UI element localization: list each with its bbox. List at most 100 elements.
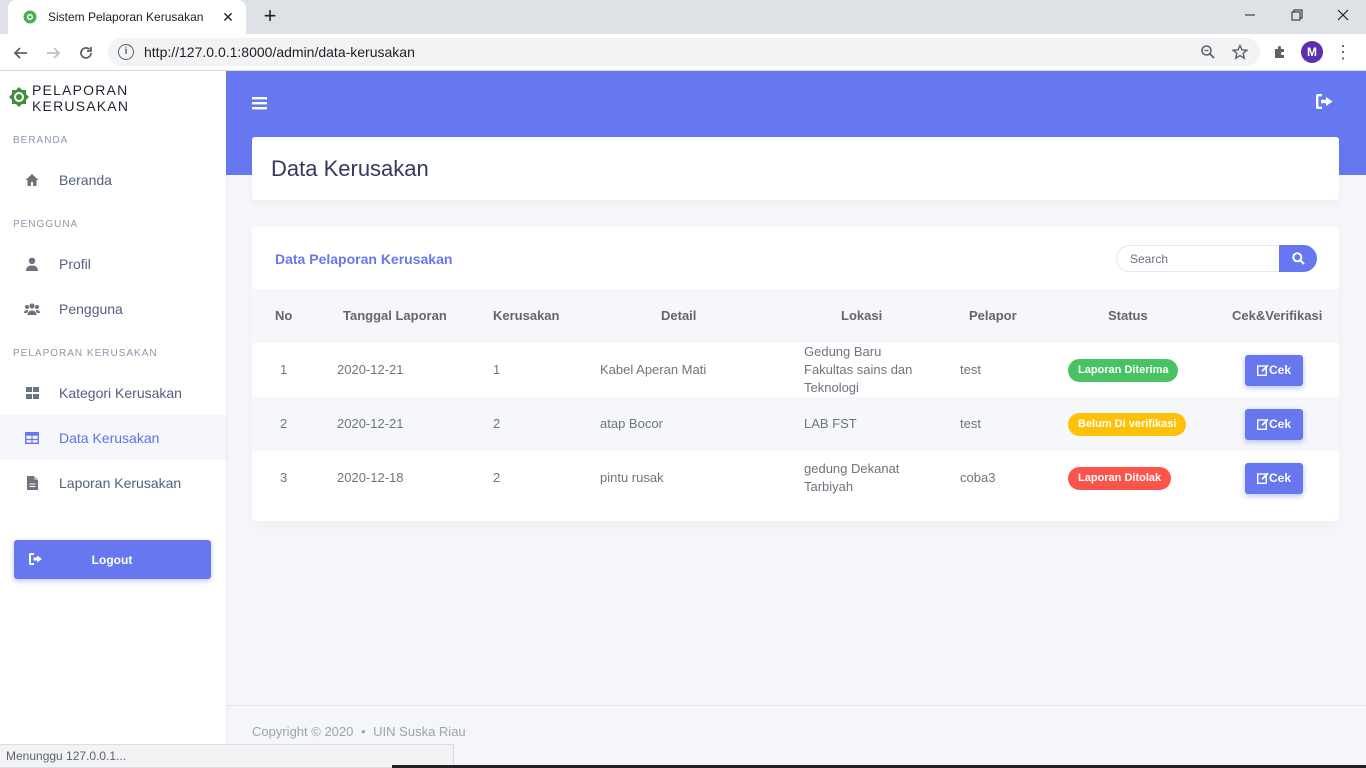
status-cell: Laporan Diterima — [1068, 343, 1179, 397]
search-group — [1116, 245, 1317, 272]
menu-heading-pengguna: PENGGUNA — [13, 219, 79, 230]
cek-button[interactable]: Cek — [1245, 354, 1303, 386]
back-arrow-icon[interactable] — [8, 40, 34, 66]
sign-out-icon — [29, 552, 43, 568]
site-info-icon[interactable]: i — [118, 44, 134, 60]
brand[interactable]: PELAPORAN KERUSAKAN — [8, 82, 226, 114]
bookmark-star-icon[interactable] — [1228, 38, 1252, 66]
cell-detail: atap Bocor — [600, 416, 663, 431]
browser-tab[interactable]: Sistem Pelaporan Kerusakan ✕ — [8, 0, 246, 34]
table-row: 3 2020-12-18 2 pintu rusak gedung Dekana… — [252, 451, 1339, 505]
cek-button-label: Cek — [1268, 363, 1291, 377]
cek-button[interactable]: Cek — [1245, 408, 1303, 440]
cek-button-label: Cek — [1268, 417, 1291, 431]
close-window-icon[interactable] — [1320, 0, 1366, 30]
footer-copyright: Copyright © 2020 — [252, 724, 354, 739]
menu-heading-beranda: BERANDA — [13, 135, 69, 146]
sidebar-item-beranda[interactable]: Beranda — [0, 157, 226, 202]
action-cell: Cek — [1245, 451, 1303, 505]
table-header: No Tanggal Laporan Kerusakan Detail Loka… — [252, 289, 1339, 343]
search-icon — [1291, 252, 1305, 265]
edit-icon — [1256, 364, 1269, 376]
restore-icon[interactable] — [1274, 0, 1320, 30]
cell-pelapor: coba3 — [960, 470, 996, 485]
status-cell: Laporan Ditolak — [1068, 451, 1172, 505]
navbar-sign-out-icon[interactable] — [1316, 94, 1334, 112]
status-cell: Belum Di verifikasi — [1068, 397, 1187, 451]
cell-kerusakan: 2 — [493, 416, 501, 431]
cell-lokasi: Gedung Baru Fakultas sains dan Teknologi — [804, 344, 913, 395]
table-row: 2 2020-12-21 2 atap Bocor LAB FST test B… — [252, 397, 1339, 451]
sidebar: PELAPORAN KERUSAKAN BERANDA Beranda PENG… — [0, 71, 226, 768]
sidebar-item-label: Data Kerusakan — [59, 429, 160, 446]
omnibox[interactable]: i http://127.0.0.1:8000/admin/data-kerus… — [108, 38, 1260, 66]
hamburger-menu-icon[interactable] — [252, 94, 268, 112]
column-header-kerusakan: Kerusakan — [493, 308, 560, 323]
column-header-status: Status — [1108, 308, 1148, 323]
status-badge: Belum Di verifikasi — [1068, 412, 1187, 436]
brand-logo-icon — [8, 86, 30, 111]
card-title: Data Pelaporan Kerusakan — [275, 251, 453, 267]
search-input[interactable] — [1116, 245, 1284, 272]
footer-org: UIN Suska Riau — [373, 724, 466, 739]
browser-tab-strip: Sistem Pelaporan Kerusakan ✕ + — [0, 0, 1366, 34]
cell-detail: Kabel Aperan Mati — [600, 362, 707, 377]
brand-title: PELAPORAN KERUSAKAN — [32, 82, 130, 114]
menu-heading-pelaporan: PELAPORAN KERUSAKAN — [13, 348, 158, 359]
cell-tanggal: 2020-12-21 — [337, 416, 404, 431]
sidebar-item-pengguna[interactable]: Pengguna — [0, 286, 226, 331]
cell-kerusakan: 1 — [493, 362, 501, 377]
grid-icon — [24, 385, 40, 401]
cell-no: 2 — [280, 416, 288, 431]
search-button[interactable] — [1279, 245, 1317, 272]
file-icon — [24, 475, 40, 491]
new-tab-icon[interactable]: + — [258, 4, 282, 28]
sidebar-item-data-kerusakan[interactable]: Data Kerusakan — [0, 415, 226, 460]
cell-pelapor: test — [960, 362, 981, 377]
cell-tanggal: 2020-12-18 — [337, 470, 404, 485]
zoom-icon[interactable] — [1196, 38, 1220, 66]
column-header-tanggal: Tanggal Laporan — [343, 308, 447, 323]
sidebar-item-label: Laporan Kerusakan — [59, 474, 182, 491]
cell-lokasi: LAB FST — [804, 416, 857, 431]
cell-tanggal: 2020-12-21 — [337, 362, 404, 377]
tab-close-icon[interactable]: ✕ — [220, 9, 236, 26]
browser-status-bar: Menunggu 127.0.0.1... — [0, 744, 454, 768]
tab-title: Sistem Pelaporan Kerusakan — [48, 10, 204, 24]
status-badge: Laporan Diterima — [1068, 358, 1179, 382]
column-header-lokasi: Lokasi — [841, 308, 883, 323]
column-header-pelapor: Pelapor — [969, 308, 1017, 323]
status-badge: Laporan Ditolak — [1068, 466, 1172, 490]
sidebar-item-profil[interactable]: Profil — [0, 241, 226, 286]
sidebar-item-label: Profil — [59, 255, 91, 272]
data-table-card: Data Pelaporan Kerusakan No Tanggal Lapo… — [252, 227, 1339, 521]
home-icon — [24, 172, 40, 188]
cek-button[interactable]: Cek — [1245, 462, 1303, 494]
column-header-no: No — [275, 308, 293, 323]
logout-label: Logout — [91, 552, 133, 567]
cek-button-label: Cek — [1268, 471, 1291, 485]
browser-menu-icon[interactable]: ⋮ — [1334, 40, 1352, 64]
action-cell: Cek — [1245, 397, 1303, 451]
site-favicon-icon — [22, 9, 38, 25]
sidebar-item-laporan-kerusakan[interactable]: Laporan Kerusakan — [0, 460, 226, 505]
page-title: Data Kerusakan — [271, 156, 429, 181]
footer-separator: • — [360, 724, 366, 739]
forward-arrow-icon[interactable] — [40, 40, 66, 66]
sidebar-item-label: Beranda — [59, 171, 112, 188]
column-header-cek-verifikasi: Cek&Verifikasi — [1232, 308, 1323, 323]
cell-no: 3 — [280, 470, 288, 485]
section-header: Data Kerusakan — [252, 137, 1339, 200]
sidebar-item-kategori-kerusakan[interactable]: Kategori Kerusakan — [0, 370, 226, 415]
reload-icon[interactable] — [73, 40, 99, 66]
profile-avatar[interactable]: M — [1301, 41, 1323, 63]
url-text: http://127.0.0.1:8000/admin/data-kerusak… — [144, 44, 415, 60]
cell-kerusakan: 2 — [493, 470, 501, 485]
sidebar-logout-button[interactable]: Logout — [14, 540, 211, 579]
table-icon — [24, 430, 40, 446]
minimize-icon[interactable] — [1227, 0, 1273, 30]
action-cell: Cek — [1245, 343, 1303, 397]
sidebar-item-label: Pengguna — [59, 300, 123, 317]
cell-no: 1 — [280, 362, 288, 377]
extensions-puzzle-icon[interactable] — [1268, 40, 1292, 64]
